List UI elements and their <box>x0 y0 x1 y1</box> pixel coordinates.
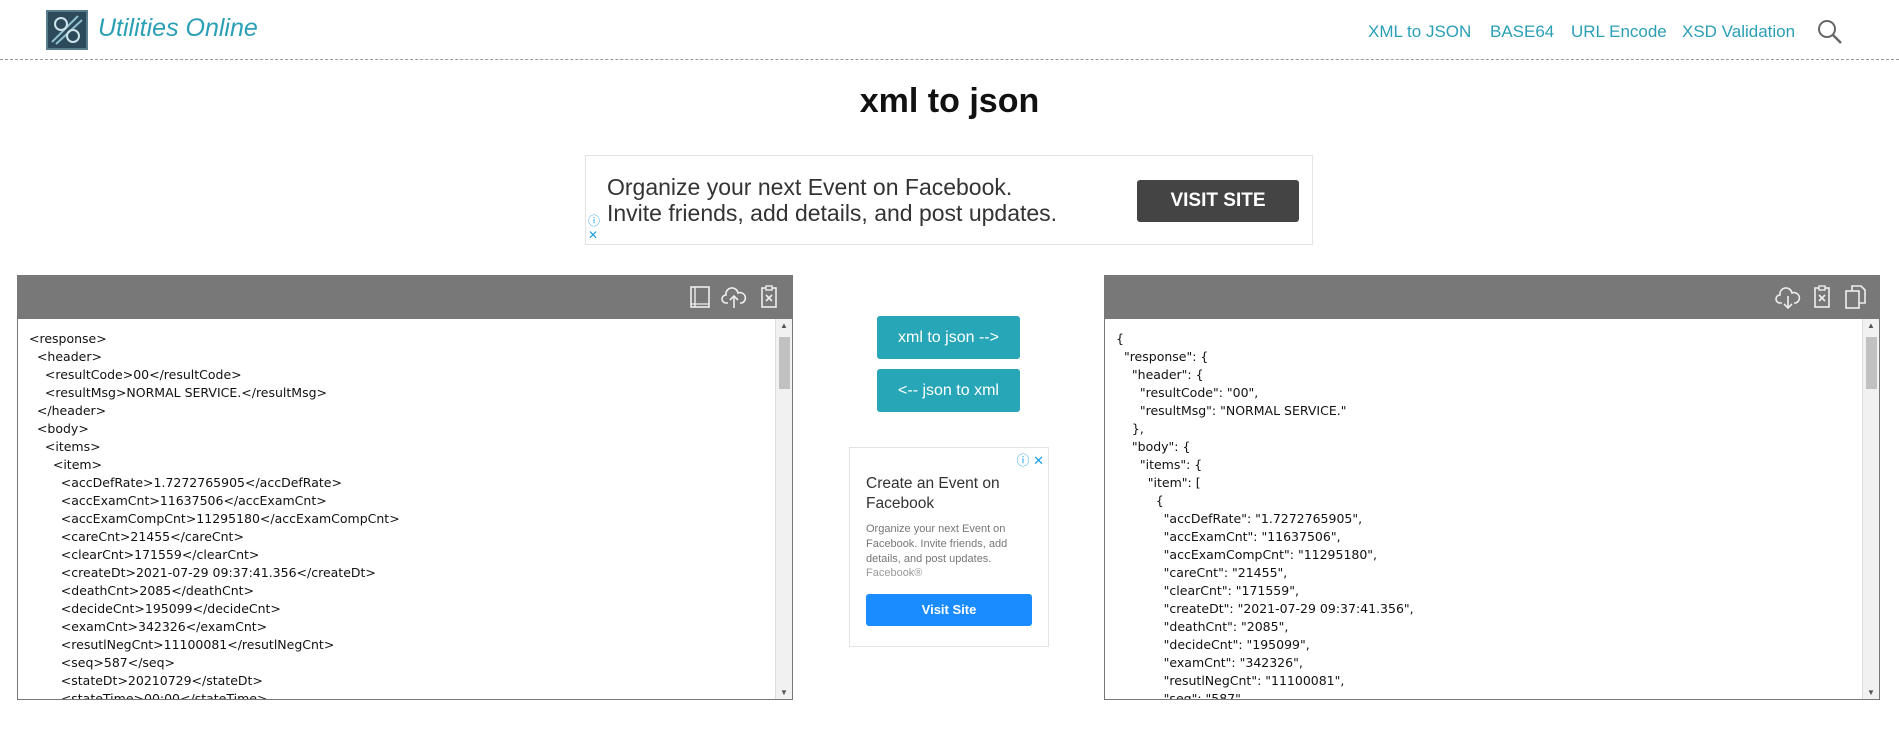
nav-url-encode[interactable]: URL Encode <box>1571 22 1667 42</box>
json-editor-panel: { "response": { "header": { "resultCode"… <box>1104 275 1880 700</box>
ad-line-1: Organize your next Event on Facebook. <box>607 174 1013 200</box>
ad-side-description: Organize your next Event on Facebook. In… <box>866 523 1008 565</box>
code-line: <stateDt>20210729</stateDt> <box>29 673 263 688</box>
code-line: "careCnt": "21455", <box>1116 565 1288 580</box>
code-line: <response> <box>29 331 107 346</box>
ad-side-title: Create an Event on Facebook <box>866 475 1000 512</box>
nav-xsd-validation[interactable]: XSD Validation <box>1682 22 1795 42</box>
ad-banner-top[interactable]: Organize your next Event on Facebook. In… <box>585 155 1313 245</box>
code-line: <stateTime>00:00</stateTime> <box>29 691 268 699</box>
code-line: "resutlNegCnt": "11100081", <box>1116 673 1345 688</box>
book-icon[interactable] <box>687 284 713 310</box>
nav-xml-to-json[interactable]: XML to JSON <box>1368 22 1471 42</box>
nav-base64[interactable]: BASE64 <box>1490 22 1554 42</box>
code-line: <seq>587</seq> <box>29 655 176 670</box>
code-line: "body": { <box>1116 439 1191 454</box>
top-navigation-bar: Utilities Online XML to JSON BASE64 URL … <box>0 0 1899 60</box>
ad-info-icon[interactable]: ⓘ ✕ <box>1016 450 1044 469</box>
code-line: "accExamCompCnt": "11295180", <box>1116 547 1378 562</box>
clear-icon[interactable] <box>1809 284 1835 310</box>
json-to-xml-button[interactable]: <-- json to xml <box>877 369 1020 412</box>
search-icon[interactable] <box>1817 19 1843 45</box>
code-line: "resultMsg": "NORMAL SERVICE." <box>1116 403 1347 418</box>
xml-editor-toolbar <box>18 276 792 319</box>
json-output-textarea[interactable]: { "response": { "header": { "resultCode"… <box>1105 319 1862 699</box>
code-line: <items> <box>29 439 101 454</box>
ad-side-visit-button[interactable]: Visit Site <box>866 594 1032 626</box>
code-line: "resultCode": "00", <box>1116 385 1259 400</box>
copy-icon[interactable] <box>1843 284 1869 310</box>
ad-side[interactable]: ⓘ ✕ Create an Event on Facebook Organize… <box>849 447 1049 647</box>
xml-editor-panel: <response> <header> <resultCode>00</resu… <box>17 275 793 700</box>
code-line: "examCnt": "342326", <box>1116 655 1303 670</box>
code-line: <accExamCompCnt>11295180</accExamCompCnt… <box>29 511 400 526</box>
code-line: <examCnt>342326</examCnt> <box>29 619 268 634</box>
code-line: { <box>1116 493 1164 508</box>
code-line: "accDefRate": "1.7272765905", <box>1116 511 1363 526</box>
brand-name[interactable]: Utilities Online <box>98 14 258 43</box>
download-cloud-icon[interactable] <box>1775 284 1801 310</box>
code-line: <accDefRate>1.7272765905</accDefRate> <box>29 475 342 490</box>
visit-site-button[interactable]: VISIT SITE <box>1137 180 1299 222</box>
ad-side-source: Facebook® <box>866 567 923 579</box>
code-line: "seq": "587", <box>1116 691 1245 699</box>
code-line: </header> <box>29 403 107 418</box>
code-line: "createDt": "2021-07-29 09:37:41.356", <box>1116 601 1414 616</box>
code-line: <accExamCnt>11637506</accExamCnt> <box>29 493 327 508</box>
code-line: <createDt>2021-07-29 09:37:41.356</creat… <box>29 565 376 580</box>
code-line: "response": { <box>1116 349 1209 364</box>
code-line: <careCnt>21455</careCnt> <box>29 529 244 544</box>
code-line: <decideCnt>195099</decideCnt> <box>29 601 281 616</box>
code-line: <resutlNegCnt>11100081</resutlNegCnt> <box>29 637 335 652</box>
code-line: "clearCnt": "171559", <box>1116 583 1299 598</box>
code-line: <deathCnt>2085</deathCnt> <box>29 583 255 598</box>
code-line: "header": { <box>1116 367 1204 382</box>
ad-info-icon[interactable]: ⓘ ✕ <box>588 214 600 242</box>
code-line: <header> <box>29 349 102 364</box>
code-line: <item> <box>29 457 103 472</box>
code-line: { <box>1116 331 1124 346</box>
code-line: <resultCode>00</resultCode> <box>29 367 242 382</box>
clear-icon[interactable] <box>756 284 782 310</box>
code-line: "item": [ <box>1116 475 1201 490</box>
code-line: }, <box>1116 421 1144 436</box>
xml-input-textarea[interactable]: <response> <header> <resultCode>00</resu… <box>18 319 775 699</box>
json-editor-scrollbar[interactable]: ▲ ▼ <box>1862 319 1879 699</box>
xml-editor-scrollbar[interactable]: ▲ ▼ <box>775 319 792 699</box>
ad-line-2: Invite friends, add details, and post up… <box>607 200 1058 226</box>
page-title: xml to json <box>859 82 1040 120</box>
code-line: <body> <box>29 421 89 436</box>
code-line: "deathCnt": "2085", <box>1116 619 1289 634</box>
json-editor-toolbar <box>1105 276 1879 319</box>
code-line: <clearCnt>171559</clearCnt> <box>29 547 260 562</box>
code-line: <resultMsg>NORMAL SERVICE.</resultMsg> <box>29 385 328 400</box>
code-line: "accExamCnt": "11637506", <box>1116 529 1341 544</box>
code-line: "decideCnt": "195099", <box>1116 637 1310 652</box>
code-line: "items": { <box>1116 457 1203 472</box>
logo-icon[interactable] <box>46 10 88 50</box>
xml-to-json-button[interactable]: xml to json --> <box>877 316 1020 359</box>
upload-cloud-icon[interactable] <box>721 284 747 310</box>
